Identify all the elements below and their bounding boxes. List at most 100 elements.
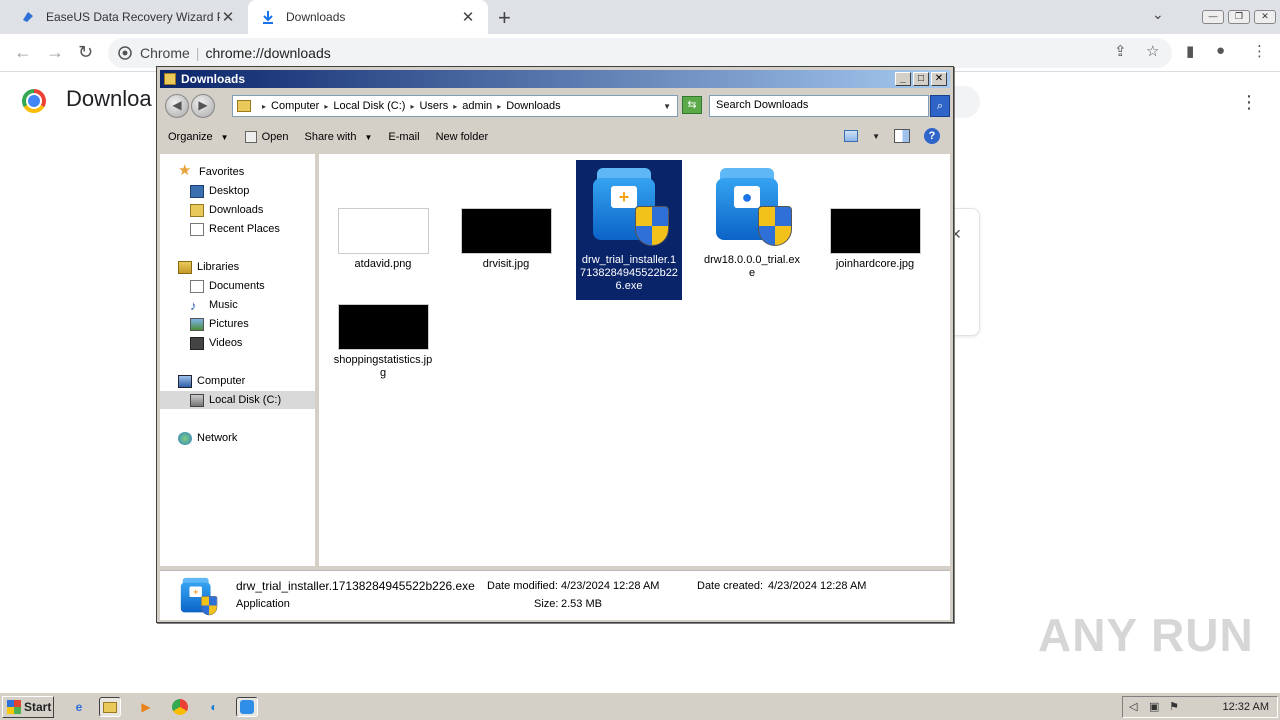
maximize-button[interactable]: □ (913, 72, 929, 86)
nav-network[interactable]: Network (178, 429, 237, 447)
nav-downloads[interactable]: Downloads (190, 201, 263, 219)
nav-label: Computer (197, 375, 246, 387)
nav-label: Music (209, 299, 238, 311)
breadcrumb-item[interactable]: Downloads (506, 100, 560, 112)
file-name: atdavid.png (354, 258, 412, 270)
minimize-button[interactable]: _ (895, 72, 911, 86)
nav-documents[interactable]: Documents (190, 277, 265, 295)
nav-label: Desktop (209, 185, 250, 197)
tab-close-icon[interactable]: ✕ (220, 8, 236, 26)
restore-button[interactable]: ❐ (1228, 10, 1250, 24)
nav-videos[interactable]: Videos (190, 334, 242, 352)
bookmark-star-icon[interactable]: ☆ (1146, 42, 1159, 60)
explorer-titlebar[interactable]: Downloads _ □ ✕ (160, 70, 950, 88)
easeus-taskbar-icon[interactable] (236, 697, 258, 717)
profile-avatar-icon[interactable]: ● (1216, 42, 1225, 59)
nav-pictures[interactable]: Pictures (190, 315, 249, 333)
file-item[interactable]: ● drw18.0.0.0_trial.exe (699, 160, 805, 280)
breadcrumb-arrow-icon: ▸ (497, 101, 502, 111)
nav-libraries[interactable]: Libraries (178, 258, 239, 276)
file-name: drw_trial_installer.17138284945522b226.e… (580, 254, 678, 292)
reload-icon[interactable]: ↻ (78, 42, 93, 63)
chevron-down-icon: ▼ (364, 132, 373, 142)
close-button[interactable]: ✕ (1254, 10, 1276, 24)
forward-button[interactable]: ▶ (191, 94, 215, 118)
nav-label: Favorites (199, 166, 245, 178)
desktop-icon (190, 184, 204, 198)
change-view-icon[interactable] (844, 130, 859, 142)
open-button[interactable]: Open (237, 131, 297, 143)
tab-easeus[interactable]: EaseUS Data Recovery Wizard Profe ✕ (8, 0, 248, 34)
tab-title: Downloads (286, 10, 346, 24)
refresh-button[interactable]: ⇆ (682, 96, 702, 114)
close-button[interactable]: ✕ (931, 72, 947, 86)
image-thumbnail (460, 208, 552, 254)
back-arrow-icon[interactable]: ← (14, 42, 32, 63)
breadcrumb-item[interactable]: Computer (271, 100, 319, 112)
forward-arrow-icon[interactable]: → (46, 42, 64, 63)
created-value: 4/23/2024 12:28 AM (768, 580, 867, 592)
breadcrumb-item[interactable]: Local Disk (C:) (333, 100, 405, 112)
more-actions-icon[interactable]: ⋮ (1240, 92, 1258, 113)
folder-icon (237, 100, 251, 112)
breadcrumb-item[interactable]: Users (419, 100, 448, 112)
organize-menu[interactable]: Organize ▼ (160, 131, 237, 143)
chrome-tabstrip: EaseUS Data Recovery Wizard Profe ✕ Down… (0, 0, 1280, 34)
tab-downloads[interactable]: Downloads ✕ (248, 0, 488, 34)
downloads-folder-icon (190, 203, 204, 217)
nav-label: Pictures (209, 318, 249, 330)
file-item[interactable]: joinhardcore.jpg (822, 208, 928, 271)
action-center-flag-icon[interactable]: ⚑ (1169, 700, 1183, 714)
file-item[interactable]: shoppingstatistics.jpg (330, 304, 436, 380)
internet-explorer-icon[interactable]: e (68, 697, 90, 717)
share-with-menu[interactable]: Share with ▼ (296, 131, 380, 143)
media-player-icon[interactable]: ▶ (135, 697, 157, 717)
tab-search-chevron-icon[interactable]: ⌄ (1152, 6, 1164, 23)
minimize-button[interactable]: — (1202, 10, 1224, 24)
nav-local-disk[interactable]: Local Disk (C:) (160, 391, 315, 409)
file-item-selected[interactable]: + drw_trial_installer.17138284945522b226… (576, 160, 682, 300)
chevron-down-icon: ▼ (220, 132, 229, 142)
edge-icon[interactable]: ◐ (203, 697, 225, 717)
file-item[interactable]: drvisit.jpg (453, 208, 559, 271)
help-icon[interactable]: ? (924, 128, 940, 144)
email-button[interactable]: E-mail (380, 131, 427, 143)
chevron-down-icon[interactable]: ▼ (872, 132, 880, 141)
screen: EaseUS Data Recovery Wizard Profe ✕ Down… (0, 0, 1280, 720)
new-folder-button[interactable]: New folder (428, 131, 497, 143)
explorer-taskbar-icon[interactable] (99, 697, 121, 717)
nav-label: Network (197, 432, 238, 444)
start-button[interactable]: Start (2, 696, 54, 718)
nav-computer[interactable]: Computer (178, 372, 245, 390)
window-controls: — ❐ ✕ (1202, 0, 1280, 34)
network-tray-icon[interactable]: ▣ (1149, 700, 1163, 714)
download-favicon-icon (260, 9, 276, 25)
tab-close-icon[interactable]: ✕ (460, 8, 476, 26)
search-input[interactable]: Search Downloads (709, 95, 929, 117)
file-item[interactable]: atdavid.png (330, 208, 436, 271)
preview-pane-icon[interactable] (894, 129, 910, 143)
size-label: Size: (534, 598, 559, 610)
nav-label: Recent Places (209, 223, 280, 235)
volume-icon[interactable]: ◁ (1129, 700, 1143, 714)
side-panel-icon[interactable]: ▮ (1186, 42, 1194, 60)
search-icon[interactable]: ⌕ (930, 95, 950, 117)
chrome-menu-icon[interactable]: ⋮ (1252, 42, 1267, 60)
nav-favorites[interactable]: ★ Favorites (178, 163, 244, 181)
back-button[interactable]: ◀ (165, 94, 189, 118)
chrome-taskbar-icon[interactable] (169, 697, 191, 717)
new-tab-button[interactable]: + (498, 5, 511, 31)
window-title: Downloads (181, 72, 246, 86)
nav-recent-places[interactable]: Recent Places (190, 220, 280, 238)
chevron-down-icon[interactable]: ▼ (663, 102, 671, 111)
nav-desktop[interactable]: Desktop (190, 182, 249, 200)
downloads-search-bar[interactable] (950, 86, 980, 118)
breadcrumb[interactable]: ▸ Computer ▸ Local Disk (C:) ▸ Users ▸ a… (232, 95, 678, 117)
clock[interactable]: 12:32 AM (1223, 701, 1269, 713)
breadcrumb-item[interactable]: admin (462, 100, 492, 112)
view-controls: ▼ ? (844, 128, 940, 144)
installer-icon: ● (706, 160, 798, 250)
omnibox[interactable]: Chrome | chrome://downloads (108, 38, 1172, 68)
nav-music[interactable]: ♪ Music (190, 296, 238, 314)
share-icon[interactable]: ⇪ (1114, 42, 1127, 60)
